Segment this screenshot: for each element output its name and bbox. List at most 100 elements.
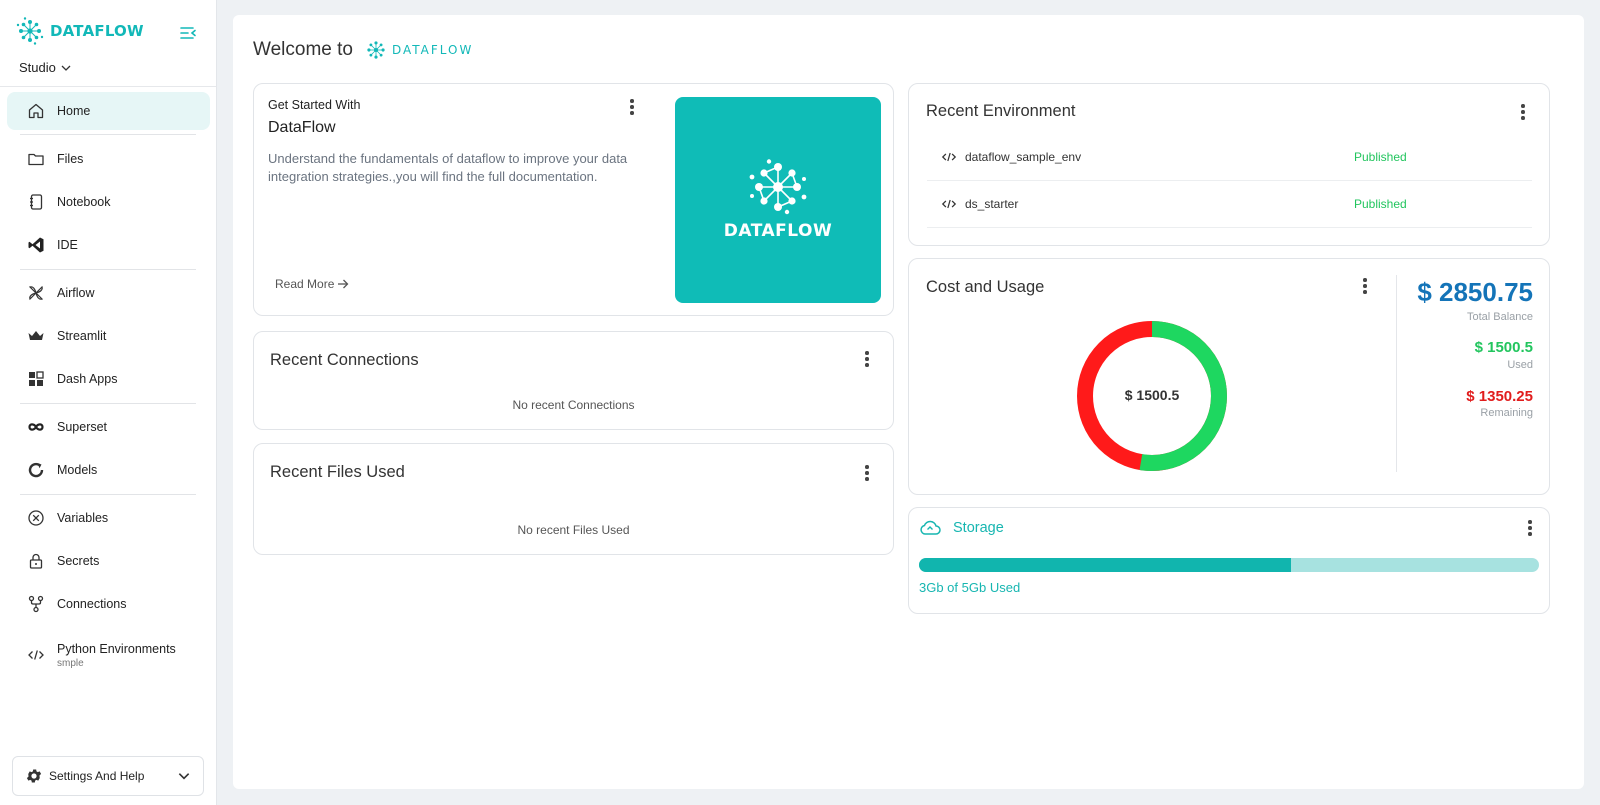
get-started-subtitle: Get Started With — [268, 98, 361, 112]
more-options-icon[interactable] — [1355, 276, 1375, 296]
cloud-icon — [920, 520, 941, 535]
dataflow-banner-image: DATAFLOW — [675, 97, 881, 303]
sidebar-item-label: Connections — [57, 597, 127, 611]
status-badge: Published — [1354, 197, 1407, 211]
recent-connections-card: Recent Connections No recent Connections — [253, 331, 894, 430]
sidebar-item-notebook[interactable]: Notebook — [7, 183, 210, 221]
brand-name: DATAFLOW — [50, 22, 144, 40]
brand-logo[interactable]: DATAFLOW — [16, 16, 144, 46]
get-started-description: Understand the fundamentals of dataflow … — [268, 151, 628, 184]
sidebar-item-variables[interactable]: Variables — [7, 499, 210, 537]
vscode-icon — [27, 236, 45, 254]
more-options-icon[interactable] — [857, 349, 877, 369]
page-title: Welcome to DATAFLOW — [253, 39, 473, 61]
divider — [0, 86, 216, 87]
more-options-icon[interactable] — [622, 97, 642, 117]
divider — [20, 494, 196, 495]
sidebar-item-sublabel: smple — [57, 657, 84, 669]
storage-progress-fill — [919, 558, 1291, 572]
infinity-icon — [27, 418, 45, 436]
banner-brand-text: DATAFLOW — [723, 221, 833, 241]
sidebar-item-label: Models — [57, 463, 98, 477]
collapse-sidebar-button[interactable] — [172, 18, 204, 48]
divider — [1396, 275, 1397, 472]
card-title: Recent Environment — [926, 102, 1076, 120]
sidebar-item-models[interactable]: Models — [7, 451, 210, 489]
sidebar-item-label: IDE — [57, 238, 78, 252]
card-title: Recent Files Used — [270, 463, 405, 481]
sidebar-item-label: Files — [57, 152, 84, 166]
divider — [20, 403, 196, 404]
recent-environment-card: Recent Environment dataflow_sample_env P… — [908, 83, 1550, 246]
environment-name: dataflow_sample_env — [965, 150, 1082, 164]
settings-and-help-button[interactable]: Settings And Help — [12, 756, 204, 796]
welcome-brand-name: DATAFLOW — [391, 43, 474, 57]
sidebar-item-connections[interactable]: Connections — [7, 585, 210, 623]
sidebar-item-python-environments[interactable]: Python Environments smple — [7, 632, 210, 678]
crown-icon — [27, 327, 45, 345]
notebook-icon — [27, 193, 45, 211]
welcome-text: Welcome to — [253, 39, 353, 60]
collapse-menu-icon — [180, 27, 196, 39]
chevron-down-icon — [61, 65, 71, 71]
sidebar-item-label: Variables — [57, 511, 109, 525]
sidebar-item-dash-apps[interactable]: Dash Apps — [7, 360, 210, 398]
sidebar-item-home[interactable]: Home — [7, 92, 210, 130]
more-options-icon[interactable] — [1513, 102, 1533, 122]
airflow-icon — [27, 284, 45, 302]
x-circle-icon — [27, 509, 45, 527]
remaining-label: Remaining — [1480, 407, 1533, 419]
sidebar-item-secrets[interactable]: Secrets — [7, 542, 210, 580]
sidebar-item-ide[interactable]: IDE — [7, 226, 210, 264]
used-label: Used — [1507, 359, 1533, 371]
get-started-title: DataFlow — [268, 119, 336, 136]
sidebar-item-text: Python Environments smple — [57, 642, 176, 669]
sidebar-item-airflow[interactable]: Airflow — [7, 274, 210, 312]
read-more-link[interactable]: Read More — [275, 277, 349, 291]
recent-files-card: Recent Files Used No recent Files Used — [253, 443, 894, 555]
arrow-right-icon — [338, 279, 349, 289]
usage-donut-chart: $ 1500.5 — [1072, 316, 1232, 476]
sidebar-item-streamlit[interactable]: Streamlit — [7, 317, 210, 355]
environment-row[interactable]: dataflow_sample_env Published — [927, 134, 1532, 181]
folder-icon — [27, 150, 45, 168]
dataflow-logo-icon — [16, 17, 44, 45]
more-options-icon[interactable] — [857, 463, 877, 483]
sidebar-item-label: Dash Apps — [57, 372, 118, 386]
divider — [20, 269, 196, 270]
remaining-value: $ 1350.25 — [1466, 388, 1533, 405]
donut-center-value: $ 1500.5 — [1124, 387, 1180, 403]
chevron-down-icon — [178, 773, 190, 780]
total-balance-label: Total Balance — [1466, 311, 1533, 323]
card-title: Recent Connections — [270, 351, 419, 369]
storage-progress-bar — [919, 558, 1539, 572]
main-content: Welcome to DATAFLOW Get Started With Dat… — [233, 15, 1584, 789]
read-more-label: Read More — [275, 277, 335, 291]
code-icon — [941, 149, 957, 165]
sidebar-item-label: Streamlit — [57, 329, 107, 343]
more-options-icon[interactable] — [1520, 518, 1540, 538]
card-title: Cost and Usage — [926, 278, 1045, 296]
sidebar-item-label: Secrets — [57, 554, 100, 568]
code-icon — [941, 196, 957, 212]
sidebar-item-label: Superset — [57, 420, 108, 434]
sidebar-item-label: Notebook — [57, 195, 111, 209]
workspace-selector[interactable]: Studio — [19, 60, 72, 75]
storage-card: Storage 3Gb of 5Gb Used — [908, 507, 1550, 614]
sidebar-item-superset[interactable]: Superset — [7, 408, 210, 446]
used-value: $ 1500.5 — [1474, 339, 1533, 356]
environment-row[interactable]: ds_starter Published — [927, 181, 1532, 228]
divider — [20, 134, 196, 135]
total-balance-value: $ 2850.75 — [1417, 277, 1533, 307]
settings-label: Settings And Help — [49, 769, 145, 783]
sidebar-item-label: Airflow — [57, 286, 95, 300]
storage-title: Storage — [953, 520, 1004, 536]
storage-usage-text: 3Gb of 5Gb Used — [919, 580, 1021, 595]
empty-state-text: No recent Connections — [512, 398, 635, 412]
dataflow-logo-icon — [367, 41, 385, 59]
refresh-icon — [27, 461, 45, 479]
storage-header: Storage — [919, 520, 1004, 536]
workspace-label: Studio — [19, 60, 56, 75]
sidebar-item-files[interactable]: Files — [7, 140, 210, 178]
welcome-brand: DATAFLOW — [365, 39, 473, 61]
